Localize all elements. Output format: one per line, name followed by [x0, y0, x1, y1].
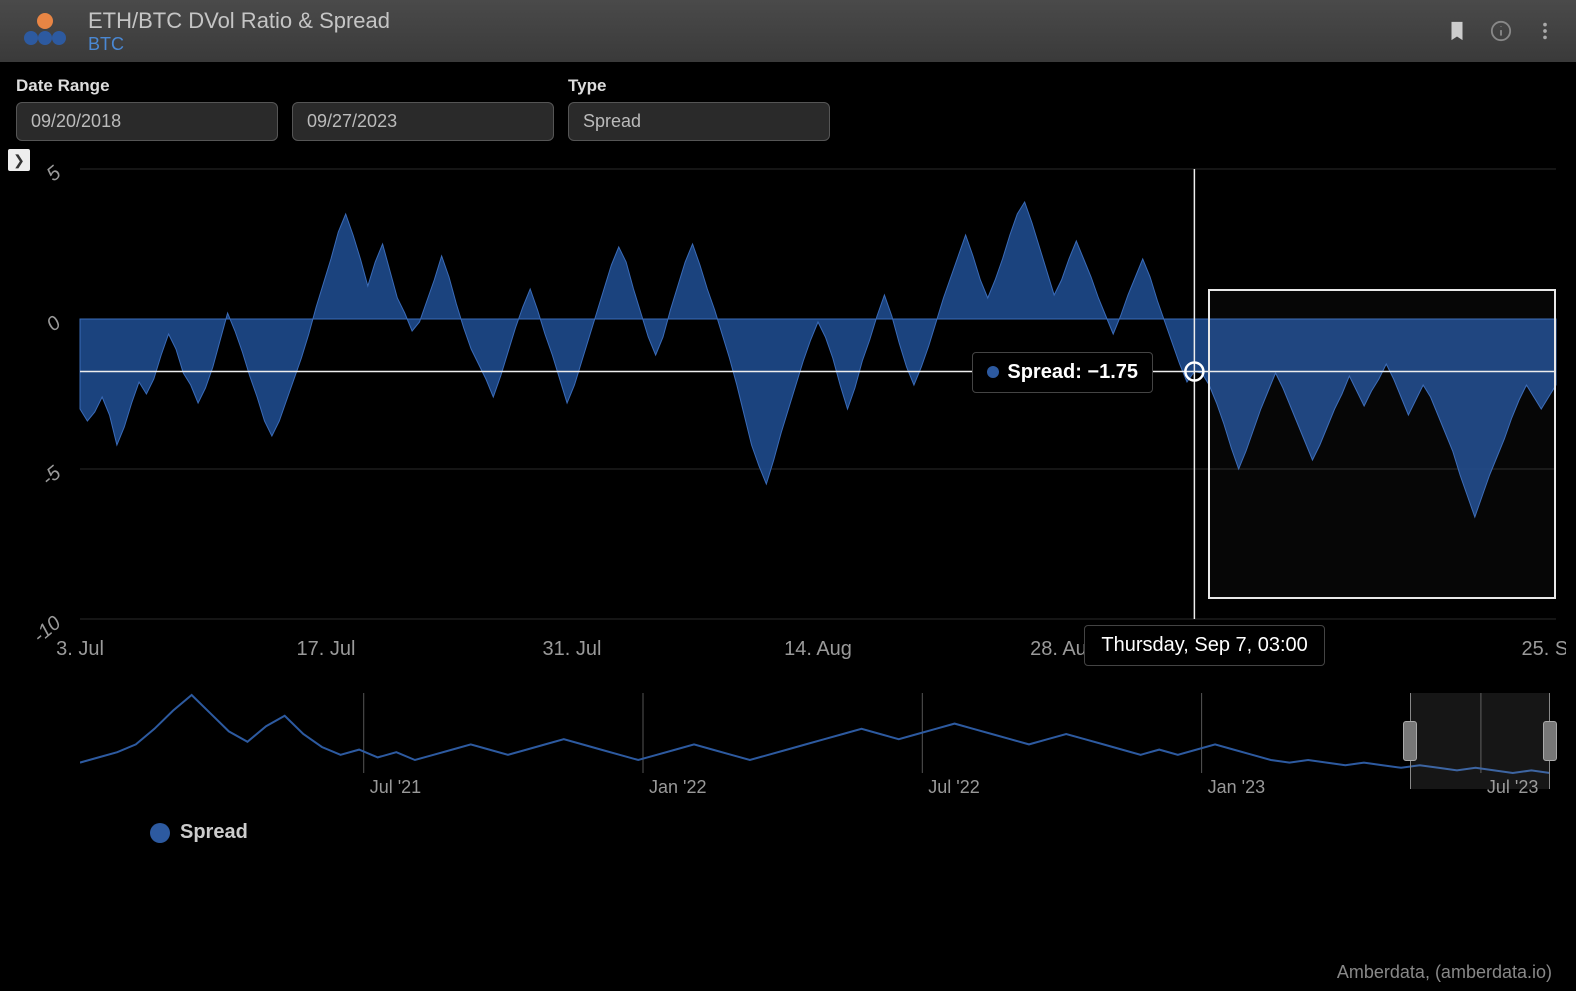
legend-dot: [150, 823, 170, 843]
credit-text: Amberdata, (amberdata.io): [1337, 962, 1552, 983]
svg-text:Jan '23: Jan '23: [1208, 777, 1265, 797]
svg-text:0: 0: [43, 312, 66, 336]
navigator-handle-right[interactable]: [1543, 721, 1557, 761]
navigator-handle-left[interactable]: [1403, 721, 1417, 761]
controls-row: Date Range Type: [0, 62, 1576, 145]
chart-container: ❯ -10-5053. Jul17. Jul31. Jul14. Aug28. …: [10, 149, 1566, 669]
svg-text:31. Jul: 31. Jul: [543, 638, 602, 660]
legend-label: Spread: [180, 821, 248, 844]
navigator-chart[interactable]: Jul '21Jan '22Jul '22Jan '23Jul '23: [80, 693, 1550, 803]
chart-subtitle: BTC: [88, 34, 390, 55]
header-bar: ETH/BTC DVol Ratio & Spread BTC: [0, 0, 1576, 62]
navigator-container: Jul '21Jan '22Jul '22Jan '23Jul '23: [80, 693, 1558, 803]
svg-text:Jan '22: Jan '22: [649, 777, 706, 797]
type-label: Type: [568, 76, 830, 96]
info-icon[interactable]: [1490, 20, 1512, 42]
date-range-label: Date Range: [16, 76, 554, 96]
main-chart[interactable]: -10-5053. Jul17. Jul31. Jul14. Aug28. Au…: [10, 149, 1566, 669]
tooltip-series-dot: [987, 366, 999, 378]
svg-text:17. Jul: 17. Jul: [297, 638, 356, 660]
app-logo: [20, 11, 70, 51]
type-input[interactable]: [568, 102, 830, 141]
navigator-selection[interactable]: [1410, 693, 1550, 789]
legend: Spread: [150, 821, 1576, 844]
expand-panel-button[interactable]: ❯: [8, 149, 30, 171]
chart-title: ETH/BTC DVol Ratio & Spread: [88, 8, 390, 34]
tooltip-value: −1.75: [1087, 361, 1138, 383]
svg-text:5: 5: [43, 161, 66, 186]
svg-text:25. Sep: 25. Sep: [1522, 638, 1566, 660]
chart-tooltip: Spread: −1.75: [972, 352, 1153, 393]
more-icon[interactable]: [1534, 20, 1556, 42]
tooltip-date-box: Thursday, Sep 7, 03:00: [1084, 625, 1324, 666]
title-block: ETH/BTC DVol Ratio & Spread BTC: [88, 8, 390, 55]
bookmark-icon[interactable]: [1446, 20, 1468, 42]
svg-text:Jul '22: Jul '22: [928, 777, 979, 797]
svg-text:14. Aug: 14. Aug: [784, 638, 852, 660]
tooltip-series-label: Spread: [1007, 361, 1075, 383]
svg-text:Jul '21: Jul '21: [370, 777, 421, 797]
date-to-input[interactable]: [292, 102, 554, 141]
svg-text:3. Jul: 3. Jul: [56, 638, 104, 660]
date-from-input[interactable]: [16, 102, 278, 141]
svg-text:-5: -5: [37, 461, 65, 490]
